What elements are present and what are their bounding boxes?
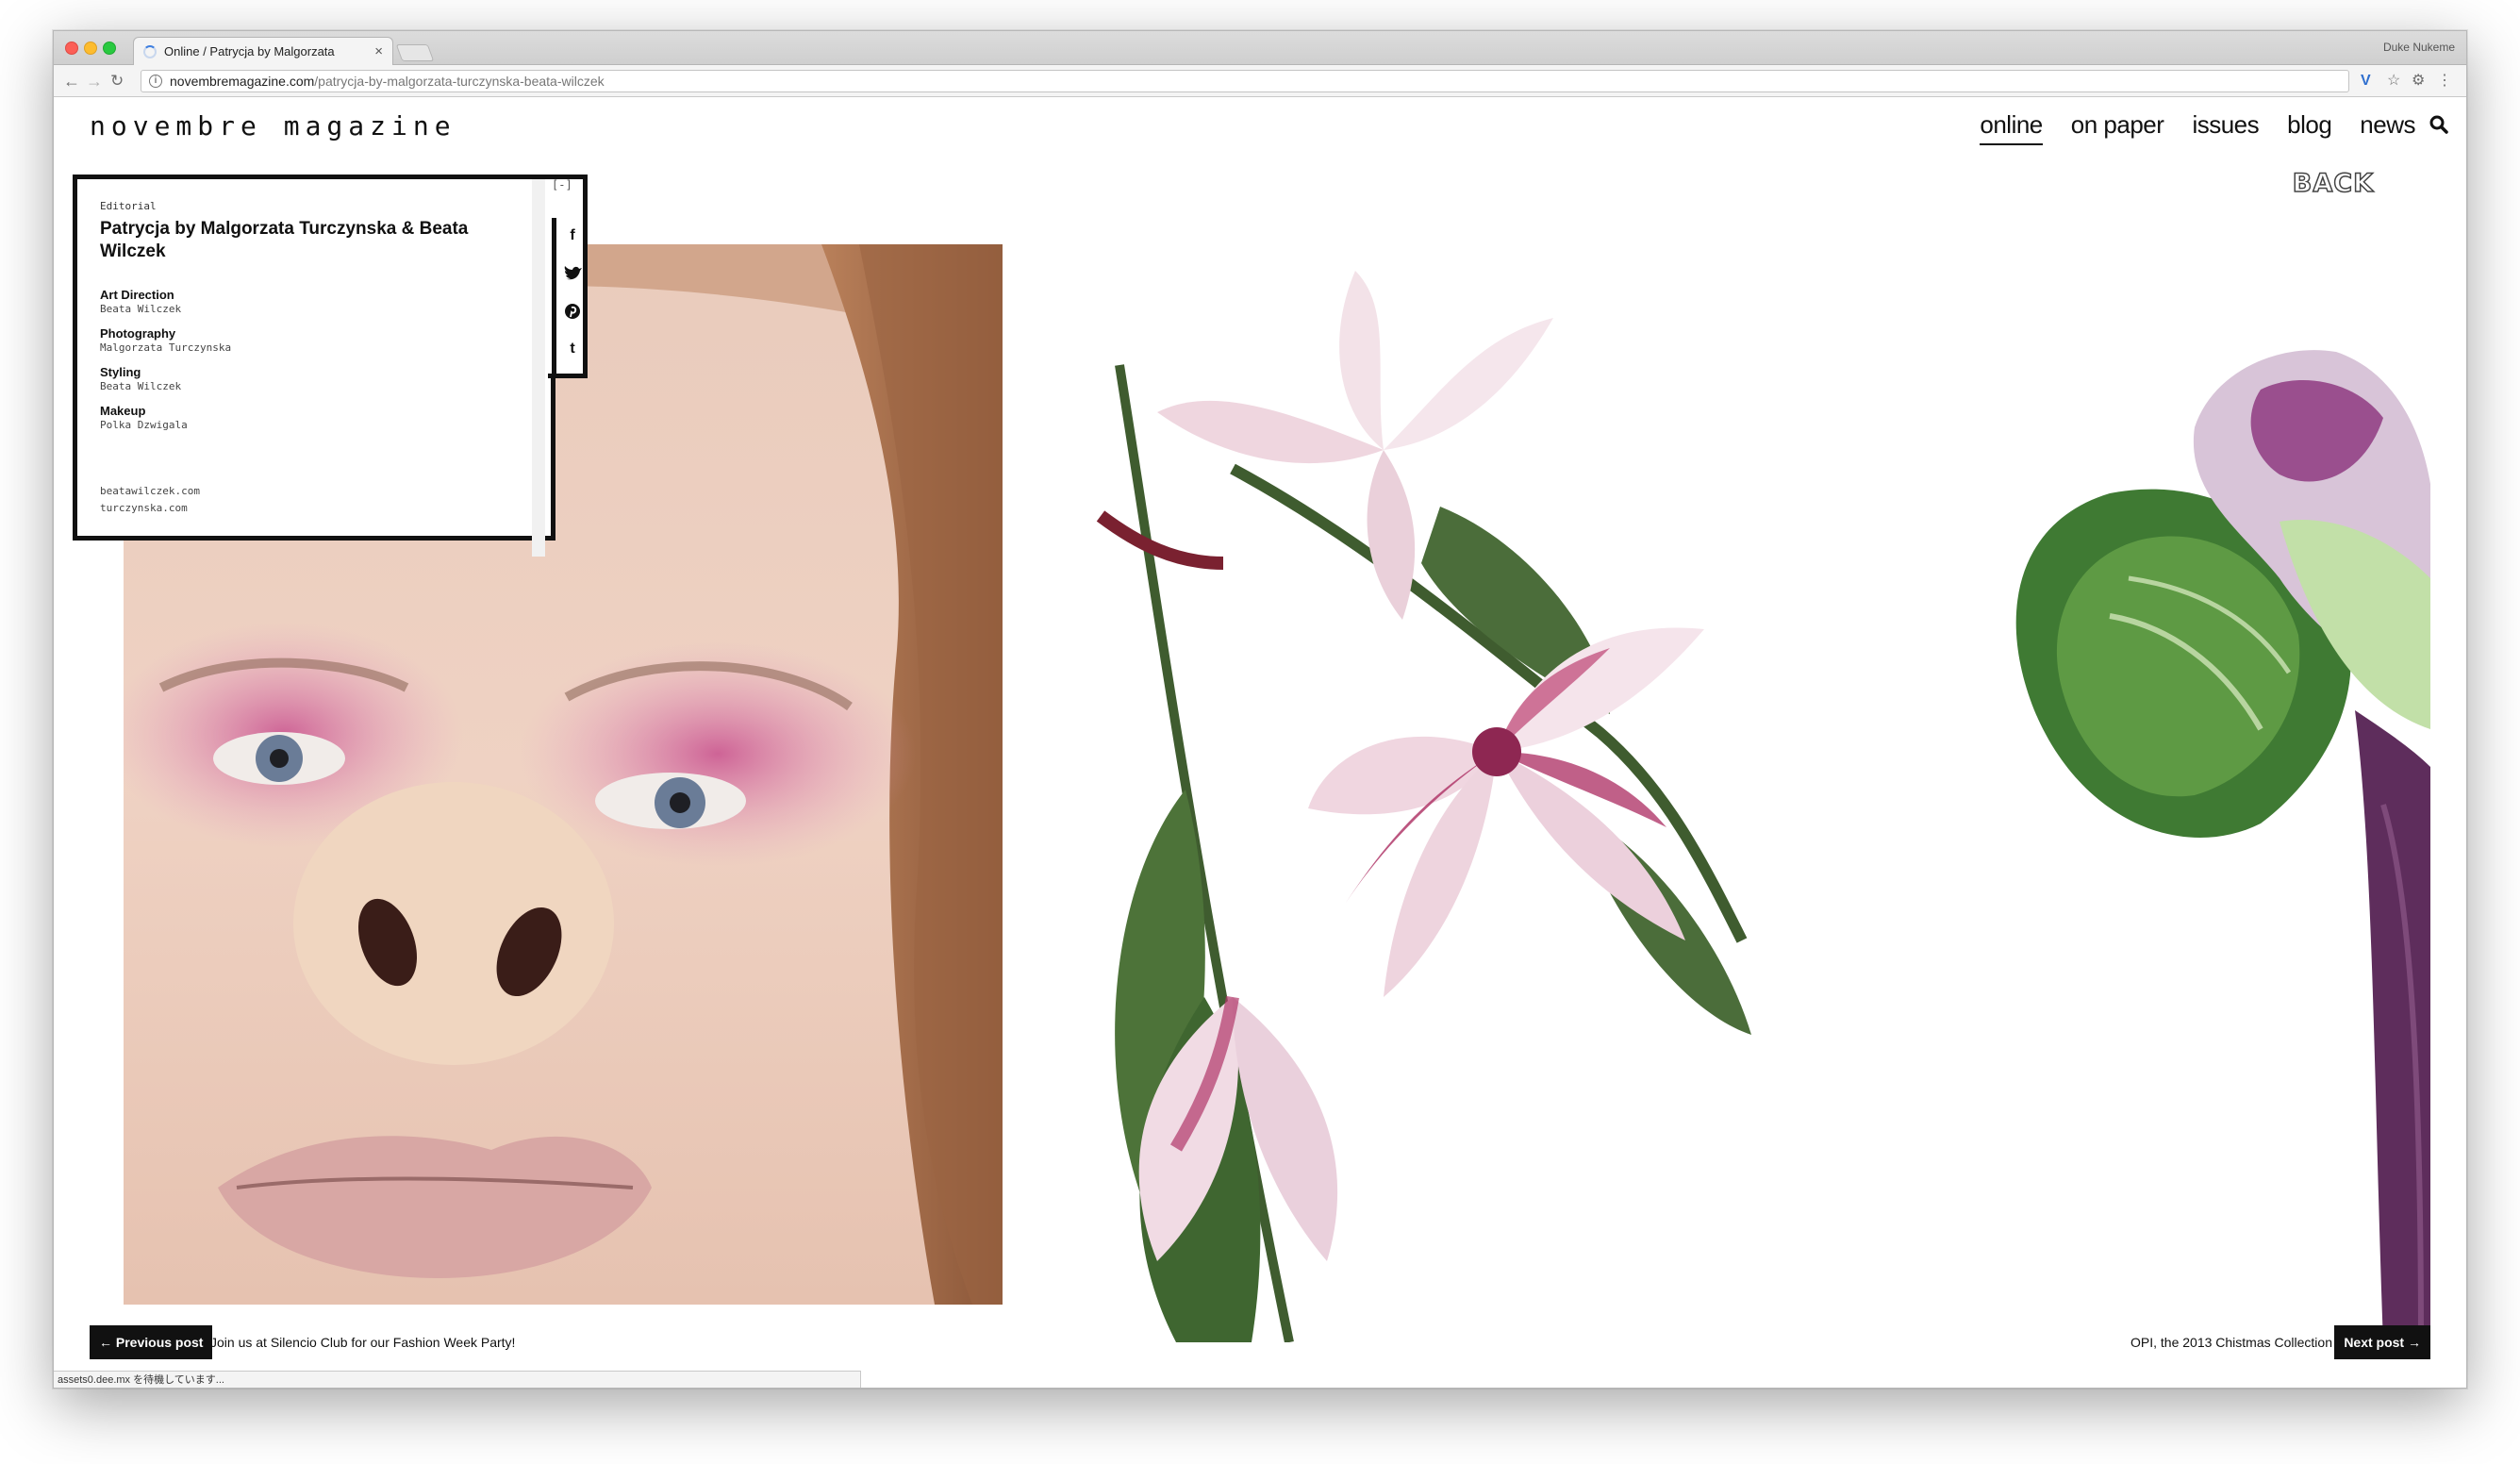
- back-link[interactable]: BACK: [2292, 168, 2374, 199]
- nav-online[interactable]: online: [1980, 110, 2043, 145]
- maximize-window-button[interactable]: [103, 42, 116, 55]
- tab-bar: Online / Patrycja by Malgorzata × Duke N…: [54, 31, 2466, 65]
- link-beatawilczek[interactable]: beatawilczek.com: [100, 483, 200, 500]
- credit-role: Photography: [100, 326, 176, 341]
- extension-icon[interactable]: ⚙: [2412, 72, 2425, 91]
- editorial-photo-cabbage[interactable]: [1978, 333, 2430, 1344]
- article-info-panel: Editorial Patrycja by Malgorzata Turczyn…: [73, 175, 555, 557]
- previous-post-button[interactable]: ← Previous post: [90, 1325, 213, 1359]
- pinterest-icon[interactable]: [556, 293, 589, 329]
- close-window-button[interactable]: [65, 42, 78, 55]
- info-icon[interactable]: i: [149, 75, 162, 88]
- nav-news[interactable]: news: [2360, 110, 2415, 145]
- panel-scrollbar[interactable]: [532, 179, 545, 557]
- browser-menu-icon[interactable]: ⋮: [2437, 72, 2452, 91]
- tab-close-icon[interactable]: ×: [374, 43, 383, 59]
- url-domain: novembremagazine.com: [170, 74, 315, 89]
- article-title: Patrycja by Malgorzata Turczynska & Beat…: [100, 219, 469, 261]
- web-page: novembre magazine online on paper issues…: [54, 97, 2466, 1388]
- next-post-title[interactable]: OPI, the 2013 Chistmas Collection: [2130, 1335, 2332, 1350]
- share-buttons: f t: [552, 218, 584, 378]
- extension-v-icon[interactable]: V: [2361, 72, 2371, 91]
- credit-name: Polka Dzwigala: [100, 419, 188, 431]
- search-icon[interactable]: [2429, 114, 2449, 135]
- credit-role: Art Direction: [100, 288, 174, 302]
- new-tab-button[interactable]: [395, 44, 435, 61]
- credit-styling: Styling Beata Wilczek: [100, 365, 528, 392]
- nav-on-paper[interactable]: on paper: [2071, 110, 2164, 145]
- site-logo[interactable]: novembre magazine: [90, 110, 456, 141]
- tumblr-icon[interactable]: t: [556, 331, 589, 367]
- collapse-panel-button[interactable]: [-]: [552, 178, 572, 191]
- article-category[interactable]: Editorial: [100, 200, 528, 212]
- minimize-window-button[interactable]: [84, 42, 97, 55]
- facebook-icon[interactable]: f: [556, 218, 589, 254]
- forward-arrow-icon[interactable]: →: [86, 71, 103, 92]
- browser-profile-name[interactable]: Duke Nukeme: [2383, 41, 2455, 54]
- credit-role: Makeup: [100, 404, 146, 418]
- link-turczynska[interactable]: turczynska.com: [100, 500, 200, 517]
- browser-toolbar: ← → ↻ i novembremagazine.com/patrycja-by…: [54, 65, 2466, 97]
- credit-role: Styling: [100, 365, 141, 379]
- credit-makeup: Makeup Polka Dzwigala: [100, 404, 528, 431]
- url-path: /patrycja-by-malgorzata-turczynska-beata…: [314, 74, 605, 89]
- twitter-icon[interactable]: [556, 256, 589, 291]
- next-post-button[interactable]: Next post →: [2334, 1325, 2430, 1359]
- loading-spinner-icon: [143, 44, 157, 58]
- nav-blog[interactable]: blog: [2287, 110, 2332, 145]
- credit-photography: Photography Malgorzata Turczynska: [100, 326, 528, 354]
- credit-art-direction: Art Direction Beata Wilczek: [100, 288, 528, 315]
- address-bar[interactable]: i novembremagazine.com/patrycja-by-malgo…: [141, 70, 2349, 92]
- credit-name: Beata Wilczek: [100, 380, 182, 392]
- main-nav: online on paper issues blog news: [1951, 110, 2415, 145]
- credit-name: Malgorzata Turczynska: [100, 341, 232, 354]
- previous-post-title[interactable]: Join us at Silencio Club for our Fashion…: [210, 1335, 515, 1350]
- tab-title: Online / Patrycja by Malgorzata: [164, 44, 335, 58]
- status-bar: assets0.dee.mx を待機しています...: [54, 1371, 861, 1388]
- nav-issues[interactable]: issues: [2192, 110, 2259, 145]
- bookmark-star-icon[interactable]: ☆: [2387, 72, 2400, 91]
- back-arrow-icon[interactable]: ←: [63, 71, 80, 92]
- reload-icon[interactable]: ↻: [110, 71, 124, 92]
- credit-name: Beata Wilczek: [100, 303, 182, 315]
- credit-links: beatawilczek.com turczynska.com: [100, 483, 200, 517]
- browser-tab[interactable]: Online / Patrycja by Malgorzata ×: [133, 37, 393, 65]
- editorial-photo-lily[interactable]: [1044, 224, 1763, 1342]
- browser-window: Online / Patrycja by Malgorzata × Duke N…: [53, 30, 2467, 1389]
